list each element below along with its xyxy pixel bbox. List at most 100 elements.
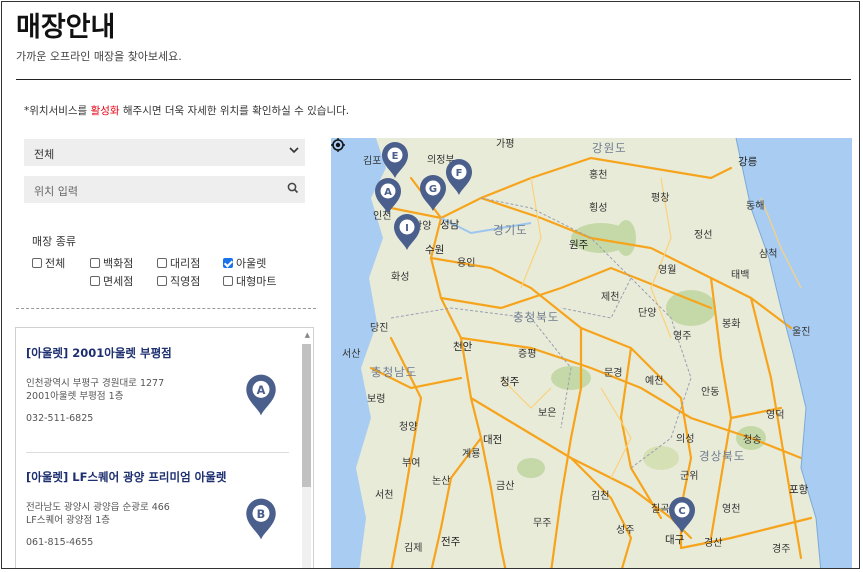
place-label: 군위 bbox=[680, 471, 699, 482]
checkbox-label: 대형마트 bbox=[236, 275, 277, 288]
store-list[interactable]: ▲ [아울렛] 2001아울렛 부평점 인천광역시 부평구 경원대로 1277 2… bbox=[15, 327, 314, 568]
place-label: 무주 bbox=[533, 518, 552, 529]
page-subtitle: 가까운 오프라인 매장을 찾아보세요. bbox=[16, 50, 182, 63]
map-marker-icon[interactable]: C bbox=[667, 496, 697, 534]
place-label: 영천 bbox=[722, 504, 741, 515]
place-label: 보령 bbox=[367, 394, 386, 405]
type-checkbox-dutyfree[interactable]: 면세점 bbox=[90, 273, 133, 289]
map-marker-icon[interactable]: B bbox=[244, 497, 278, 541]
place-label: 청양 bbox=[399, 422, 418, 433]
checkbox-label: 대리점 bbox=[170, 257, 201, 270]
store-type-label: 매장 종류 bbox=[32, 235, 76, 248]
place-label: 울진 bbox=[792, 327, 811, 338]
place-label: 금산 bbox=[496, 481, 515, 492]
notice-suffix: 해주시면 더욱 자세한 위치를 확인하실 수 있습니다. bbox=[119, 105, 350, 117]
place-label: 김제 bbox=[404, 543, 423, 554]
place-label: 강릉 bbox=[738, 156, 758, 168]
store-name[interactable]: [아울렛] LF스퀘어 광양 프리미엄 아울렛 bbox=[26, 469, 286, 485]
place-label: 문경 bbox=[604, 368, 623, 379]
checkbox-checked[interactable] bbox=[223, 258, 233, 268]
map-marker-icon[interactable]: A bbox=[373, 177, 403, 215]
place-label: 서천 bbox=[375, 490, 394, 501]
place-label: 경산 bbox=[704, 538, 723, 549]
province-label: 경상북도 bbox=[699, 449, 746, 463]
place-label: 영덕 bbox=[766, 410, 785, 421]
place-label: 김천 bbox=[591, 491, 610, 502]
place-label: 보은 bbox=[538, 408, 557, 419]
scrollbar-thumb[interactable] bbox=[302, 344, 311, 487]
marker-letter: E bbox=[392, 151, 399, 162]
place-label: 의성 bbox=[676, 434, 695, 445]
place-label: 서산 bbox=[342, 349, 361, 360]
checkbox-label: 백화점 bbox=[103, 257, 134, 270]
checkbox-label: 전체 bbox=[45, 257, 66, 270]
place-label: 천안 bbox=[453, 341, 473, 353]
province-label: 강원도 bbox=[592, 141, 627, 155]
province-label: 충청남도 bbox=[371, 365, 418, 379]
province-label: 충청북도 bbox=[513, 310, 560, 324]
place-label: 청송 bbox=[743, 435, 762, 446]
chevron-down-icon bbox=[289, 145, 299, 158]
place-label: 수원 bbox=[425, 244, 445, 256]
place-label: 청주 bbox=[500, 376, 520, 388]
place-label: 용인 bbox=[457, 258, 476, 269]
checkbox[interactable] bbox=[157, 258, 167, 268]
type-checkbox-agency[interactable]: 대리점 bbox=[157, 255, 200, 271]
store-name[interactable]: [아울렛] 2001아울렛 부평점 bbox=[26, 345, 286, 361]
type-checkbox-department[interactable]: 백화점 bbox=[90, 255, 133, 271]
place-label: 정선 bbox=[694, 230, 713, 241]
marker-letter: G bbox=[429, 184, 437, 195]
list-separator bbox=[26, 452, 289, 453]
place-label: 성남 bbox=[440, 219, 460, 231]
notice-prefix: *위치서비스를 bbox=[24, 105, 91, 117]
map-marker-icon[interactable]: I bbox=[392, 213, 422, 251]
marker-letter: A bbox=[257, 383, 266, 397]
place-label: 삼척 bbox=[759, 249, 778, 260]
place-label: 봉화 bbox=[722, 319, 741, 330]
province-label: 경기도 bbox=[493, 223, 528, 237]
map-marker-icon[interactable]: F bbox=[444, 158, 474, 196]
type-checkbox-outlet[interactable]: 아울렛 bbox=[223, 255, 266, 271]
location-input-placeholder: 위치 입력 bbox=[34, 185, 78, 198]
place-label: 화성 bbox=[391, 272, 410, 283]
type-checkbox-mart[interactable]: 대형마트 bbox=[223, 273, 276, 289]
marker-letter: F bbox=[456, 168, 463, 179]
place-label: 경주 bbox=[772, 544, 791, 555]
place-label: 계룡 bbox=[462, 449, 481, 460]
checkbox-label: 면세점 bbox=[103, 275, 134, 288]
checkbox[interactable] bbox=[90, 276, 100, 286]
scroll-up-icon[interactable]: ▲ bbox=[305, 331, 310, 339]
place-label: 평창 bbox=[651, 193, 670, 204]
place-label: 포항 bbox=[789, 484, 809, 496]
region-select[interactable]: 전체 bbox=[24, 139, 305, 166]
place-label: 가평 bbox=[496, 139, 515, 150]
checkbox[interactable] bbox=[223, 276, 233, 286]
place-label: 영주 bbox=[673, 331, 692, 342]
type-checkbox-all[interactable]: 전체 bbox=[32, 255, 65, 271]
place-label: 대전 bbox=[483, 434, 503, 446]
place-label: 단양 bbox=[638, 308, 657, 319]
map-marker-icon[interactable]: A bbox=[244, 373, 278, 417]
map-marker-icon[interactable]: G bbox=[418, 174, 448, 212]
checkbox-label: 직영점 bbox=[170, 275, 201, 288]
place-label: 원주 bbox=[569, 239, 589, 251]
search-icon[interactable] bbox=[286, 181, 300, 198]
checkbox[interactable] bbox=[157, 276, 167, 286]
location-input[interactable]: 위치 입력 bbox=[24, 176, 305, 203]
location-notice: *위치서비스를 활성화 해주시면 더욱 자세한 위치를 확인하실 수 있습니다. bbox=[24, 103, 349, 118]
marker-letter: A bbox=[384, 187, 392, 198]
place-label: 안동 bbox=[701, 387, 720, 398]
checkbox[interactable] bbox=[90, 258, 100, 268]
place-label: 영월 bbox=[658, 265, 677, 276]
map-marker-icon[interactable]: E bbox=[380, 141, 410, 179]
place-label: 성주 bbox=[616, 525, 635, 536]
store-map[interactable]: 강원도 경기도 충청북도 충청남도 경상북도 가평 의정부 김포 홍천 강릉 평… bbox=[331, 138, 852, 568]
place-label: 부여 bbox=[402, 458, 421, 469]
checkbox[interactable] bbox=[32, 258, 42, 268]
marker-letter: I bbox=[405, 223, 409, 234]
type-checkbox-direct[interactable]: 직영점 bbox=[157, 273, 200, 289]
place-label: 논산 bbox=[432, 476, 451, 487]
my-location-icon[interactable] bbox=[331, 138, 345, 152]
marker-letter: C bbox=[678, 506, 685, 517]
place-label: 대구 bbox=[665, 534, 685, 546]
